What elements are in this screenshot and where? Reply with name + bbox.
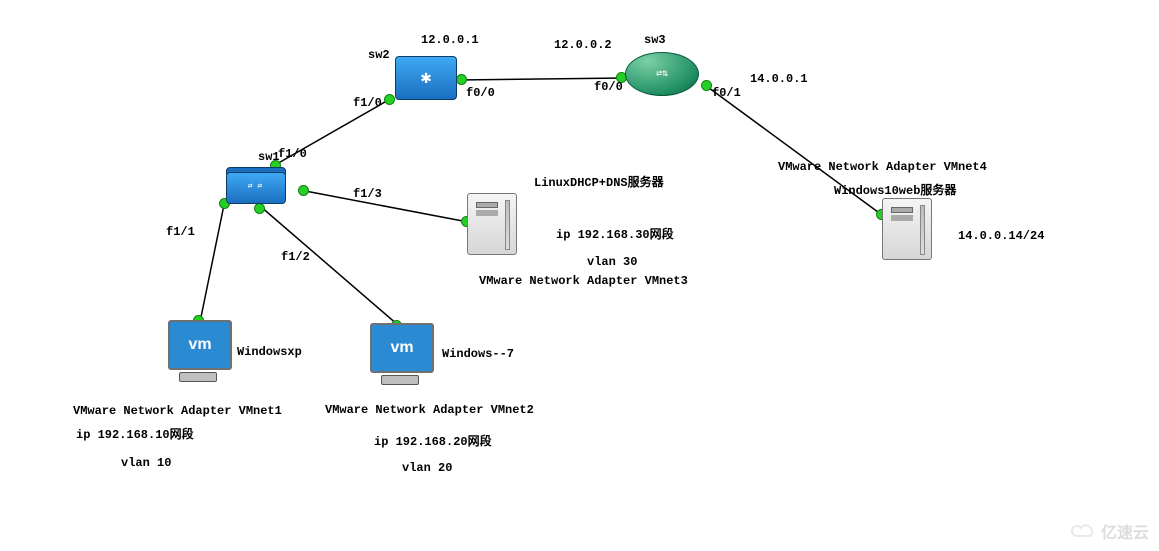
websrv-label: Windows10web服务器 xyxy=(834,181,956,198)
port-dot xyxy=(701,80,712,91)
port-dot xyxy=(298,185,309,196)
win7-ip: ip 192.168.20网段 xyxy=(374,432,492,449)
port-sw1-f1-2: f1/2 xyxy=(281,250,310,264)
host-winxp[interactable]: vm xyxy=(168,320,228,382)
linuxsrv-ip: ip 192.168.30网段 xyxy=(556,225,674,242)
port-dot xyxy=(254,203,265,214)
server-linux[interactable] xyxy=(467,193,517,255)
win7-adapter: VMware Network Adapter VMnet2 xyxy=(325,403,534,417)
winxp-adapter: VMware Network Adapter VMnet1 xyxy=(73,404,282,418)
port-sw2-f1-0: f1/0 xyxy=(353,96,382,110)
websrv-adapter: VMware Network Adapter VMnet4 xyxy=(778,160,987,174)
win7-label: Windows--7 xyxy=(442,347,514,361)
network-diagram-canvas: ⇄ ⇄ sw1 ✱ sw2 ⇄⇅ sw3 vm Windowsxp vm Win… xyxy=(0,0,1159,551)
winxp-ip: ip 192.168.10网段 xyxy=(76,425,194,442)
ip-sw2-left: 12.0.0.1 xyxy=(421,33,479,47)
vm-badge: vm xyxy=(370,323,434,373)
websrv-ip: 14.0.0.14/24 xyxy=(958,229,1044,243)
port-dot xyxy=(456,74,467,85)
watermark: 亿速云 xyxy=(1069,519,1149,543)
ip-sw3-right: 14.0.0.1 xyxy=(750,72,808,86)
server-web[interactable] xyxy=(882,198,932,260)
linuxsrv-vlan: vlan 30 xyxy=(587,255,637,269)
winxp-label: Windowsxp xyxy=(237,345,302,359)
sw3-label: sw3 xyxy=(644,33,666,47)
winxp-vlan: vlan 10 xyxy=(121,456,171,470)
port-dot xyxy=(384,94,395,105)
port-sw2-f0-0: f0/0 xyxy=(466,86,495,100)
linuxsrv-adapter: VMware Network Adapter VMnet3 xyxy=(479,274,688,288)
l3switch-sw2[interactable]: ✱ xyxy=(395,56,455,98)
port-sw3-f0-0: f0/0 xyxy=(594,80,623,94)
port-sw1-f1-0: f1/0 xyxy=(278,147,307,161)
port-sw1-f1-3: f1/3 xyxy=(353,187,382,201)
linuxsrv-label: LinuxDHCP+DNS服务器 xyxy=(534,173,664,190)
port-sw1-f1-1: f1/1 xyxy=(166,225,195,239)
vm-badge: vm xyxy=(168,320,232,370)
host-win7[interactable]: vm xyxy=(370,323,430,385)
switch-sw1[interactable]: ⇄ ⇄ xyxy=(226,167,284,204)
sw1-label: sw1 xyxy=(258,150,280,164)
router-sw3[interactable]: ⇄⇅ xyxy=(625,52,697,102)
ip-sw2-right: 12.0.0.2 xyxy=(554,38,612,52)
win7-vlan: vlan 20 xyxy=(402,461,452,475)
port-sw3-f0-1: f0/1 xyxy=(712,86,741,100)
sw2-label: sw2 xyxy=(368,48,390,62)
